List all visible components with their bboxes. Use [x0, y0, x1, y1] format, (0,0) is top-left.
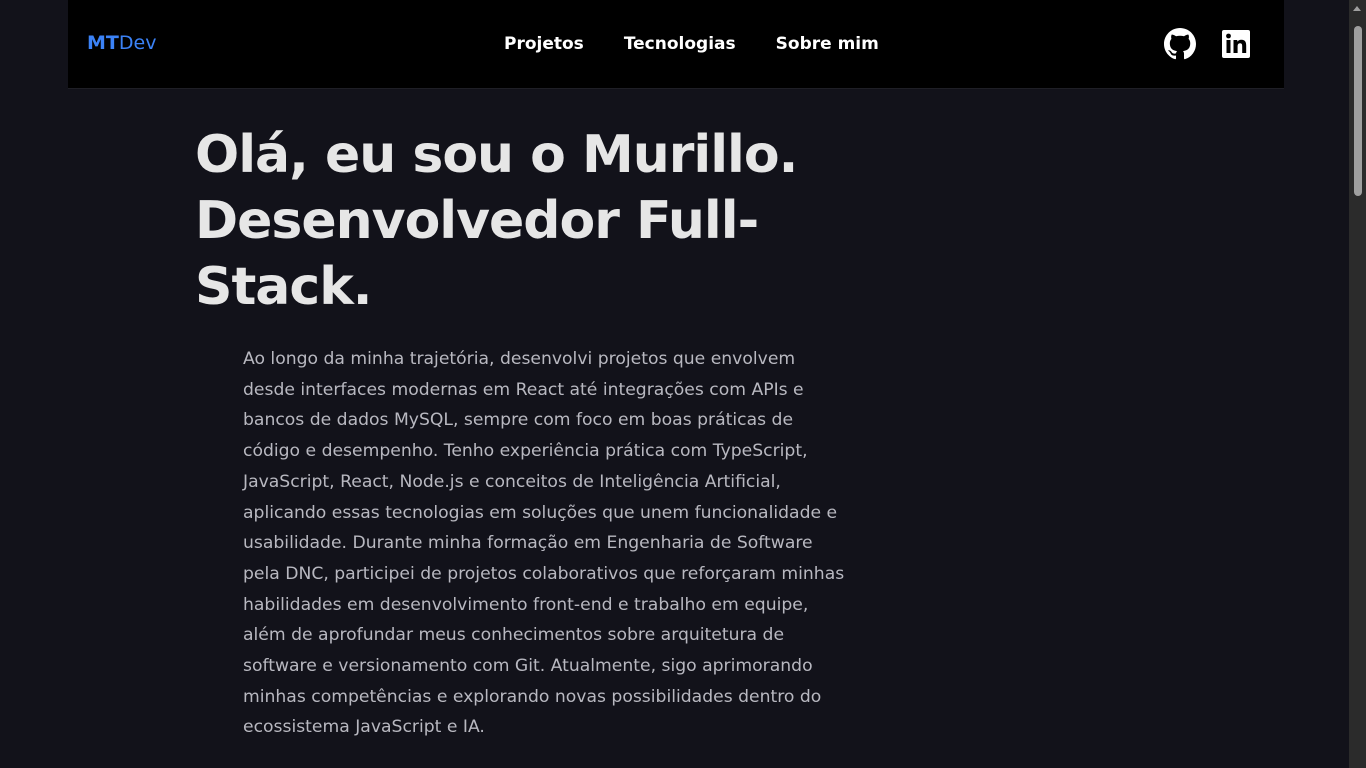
hero-description: Ao longo da minha trajetória, desenvolvi… [243, 349, 845, 738]
scroll-up-arrow-icon[interactable] [1353, 6, 1361, 11]
github-icon[interactable] [1164, 28, 1196, 60]
navbar: MTDev Projetos Tecnologias Sobre mim [68, 0, 1284, 89]
linkedin-icon-svg [1222, 30, 1250, 58]
page: MTDev Projetos Tecnologias Sobre mim Olá… [0, 0, 1366, 768]
logo-mt: MT [87, 32, 119, 54]
nav-link-projetos[interactable]: Projetos [504, 33, 584, 55]
scrollbar-thumb[interactable] [1354, 26, 1362, 196]
nav-link-tecnologias[interactable]: Tecnologias [624, 33, 736, 55]
nav-links: Projetos Tecnologias Sobre mim [504, 33, 879, 55]
nav-link-sobre-mim[interactable]: Sobre mim [776, 33, 879, 55]
logo[interactable]: MTDev [87, 31, 156, 55]
hero-title: Olá, eu sou o Murillo. Desenvolvedor Ful… [195, 125, 798, 317]
vertical-scrollbar[interactable] [1349, 0, 1366, 768]
github-icon-svg [1164, 28, 1196, 60]
logo-dev: Dev [118, 32, 157, 54]
linkedin-icon[interactable] [1220, 28, 1252, 60]
